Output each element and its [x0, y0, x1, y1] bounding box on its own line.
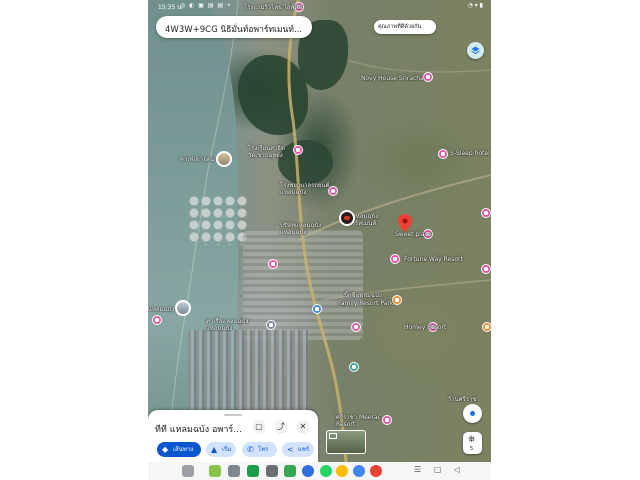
camera-icon[interactable]: [228, 465, 240, 477]
poi-marker[interactable]: [438, 149, 448, 159]
poi-marker[interactable]: [152, 315, 162, 325]
map-chip-label: คุณภาพที่ดีด้วยกัน: [378, 24, 422, 30]
street-view-button[interactable]: ⛯ 5: [463, 432, 482, 454]
poi-marker[interactable]: [482, 322, 491, 332]
map-label: Family Resort Park: [338, 300, 394, 307]
poi-marker[interactable]: [349, 362, 359, 372]
recents-button[interactable]: ☰: [414, 465, 421, 474]
share-icon-button[interactable]: ⤴: [274, 420, 288, 434]
system-icons: ◔ ▾ ▮: [467, 2, 483, 9]
navigation-arrow-icon: ▲: [211, 445, 218, 454]
map-label: บริษัทแหลมฉบัง แหลมฉบัง: [280, 222, 322, 236]
search-query-text[interactable]: 4W3W+9CG นิธิมั่นท์อพาร์ทเมนท์...: [165, 22, 305, 36]
directions-icon: ◆: [162, 445, 169, 454]
settings-icon[interactable]: [266, 465, 278, 477]
save-button[interactable]: ▢: [252, 420, 266, 434]
messenger-icon[interactable]: [302, 465, 314, 477]
call-label: โทร: [258, 446, 269, 453]
map-label: ท่าเรือแหลมฉบัง แหลมฉบัง: [206, 318, 249, 332]
red-location-pin-icon[interactable]: [398, 214, 412, 232]
street-view-icon: ⛯: [468, 435, 476, 445]
my-location-button[interactable]: [463, 404, 482, 423]
poi-marker[interactable]: [392, 295, 402, 305]
map-label: บิ๊กซีแหลมฉบัง: [344, 292, 382, 299]
directions-label: เส้นทาง: [173, 446, 194, 453]
poi-marker[interactable]: [481, 264, 491, 274]
place-bottom-sheet[interactable]: ทีที แหลมฉบัง อพาร์... ▢ ⤴ ✕ ◆ เส้นทาง ▲…: [148, 410, 318, 462]
whatsapp-icon[interactable]: [320, 465, 332, 477]
street-view-thumbnail[interactable]: [326, 430, 366, 454]
map-label: คาเฟ่เขาอุดม: [180, 156, 215, 163]
map-label: Fortune Way Resort: [404, 256, 463, 263]
map-label: ศรีราชา Meerac Resort: [336, 414, 381, 428]
start-label: เริ่ม: [222, 446, 232, 453]
share-icon: ⤴: [277, 422, 285, 431]
back-button[interactable]: ◁: [454, 465, 460, 474]
map-label: Sweet place: [395, 231, 432, 238]
poi-marker[interactable]: [390, 254, 400, 264]
satellite-map[interactable]: โรงแรมวิวไทย ไลฟ์ทัส Novy House Sriracha…: [148, 0, 491, 462]
map-label: S-Sleep hotel: [450, 150, 490, 157]
poi-marker[interactable]: [351, 322, 361, 332]
map-label: แหลมฉบัง: [148, 306, 175, 313]
panorama-icon: [329, 433, 337, 439]
google-icon[interactable]: [353, 465, 365, 477]
photo-marker[interactable]: [216, 151, 232, 167]
directions-button[interactable]: ◆ เส้นทาง: [157, 442, 201, 457]
photo-marker[interactable]: [175, 300, 191, 316]
poi-marker[interactable]: [423, 72, 433, 82]
street-view-count: 5: [470, 446, 474, 452]
share-button[interactable]: < แชร์: [282, 442, 314, 457]
taskbar: ☰ ▢ ◁: [148, 462, 491, 480]
home-button[interactable]: ▢: [434, 465, 442, 474]
maps-pin-icon[interactable]: [336, 465, 348, 477]
green-shield-icon[interactable]: [247, 465, 259, 477]
map-label: Homey Resort: [404, 324, 447, 331]
drag-handle[interactable]: [224, 414, 242, 416]
status-bar: 15:35 น. ◎ ◐ ▣ ▤ ▤ • ◔ ▾ ▮: [148, 0, 491, 12]
poi-marker[interactable]: [268, 259, 278, 269]
my-location-icon: [470, 411, 475, 416]
poi-marker[interactable]: [328, 186, 338, 196]
map-label: ร้านศรีราชา: [448, 396, 480, 403]
map-label: โรงเรียนสาธิต วัดเขาบ่อทอง: [248, 145, 285, 159]
phone-screen: โรงแรมวิวไทย ไลฟ์ทัส Novy House Sriracha…: [148, 0, 491, 480]
maps-icon[interactable]: [284, 465, 296, 477]
share-label: แชร์: [298, 446, 310, 453]
start-button[interactable]: ▲ เริ่ม: [206, 442, 236, 457]
poi-marker[interactable]: [312, 304, 322, 314]
close-button[interactable]: ✕: [296, 420, 310, 434]
map-chip[interactable]: คุณภาพที่ดีด้วยกัน: [374, 20, 436, 34]
place-photo-marker[interactable]: [339, 210, 355, 226]
poi-marker[interactable]: [382, 415, 392, 425]
search-bar[interactable]: 4W3W+9CG นิธิมั่นท์อพาร์ทเมนท์...: [156, 16, 312, 38]
line-icon[interactable]: [209, 465, 221, 477]
phone-icon: ✆: [247, 445, 254, 454]
layers-button[interactable]: [467, 42, 484, 59]
notification-icons: ◎ ◐ ▣ ▤ ▤ •: [180, 2, 232, 9]
poi-marker[interactable]: [266, 320, 276, 330]
bookmark-icon: ▢: [255, 422, 263, 431]
map-label: โรงพยาบาลรถยนต์ แหลมฉบัง: [280, 182, 330, 196]
secondary-road: [347, 59, 491, 73]
close-icon: ✕: [299, 422, 307, 431]
poi-marker[interactable]: [293, 145, 303, 155]
map-label: Novy House Sriracha: [361, 75, 424, 82]
photos-icon[interactable]: [370, 465, 382, 477]
place-title: ทีที แหลมฉบัง อพาร์...: [155, 425, 242, 435]
apps-grid-icon[interactable]: [182, 465, 194, 477]
call-button[interactable]: ✆ โทร: [242, 442, 277, 457]
layers-icon: [471, 46, 480, 55]
share-icon: <: [287, 445, 294, 454]
poi-marker[interactable]: [481, 208, 491, 218]
coast-line: [165, 0, 239, 462]
